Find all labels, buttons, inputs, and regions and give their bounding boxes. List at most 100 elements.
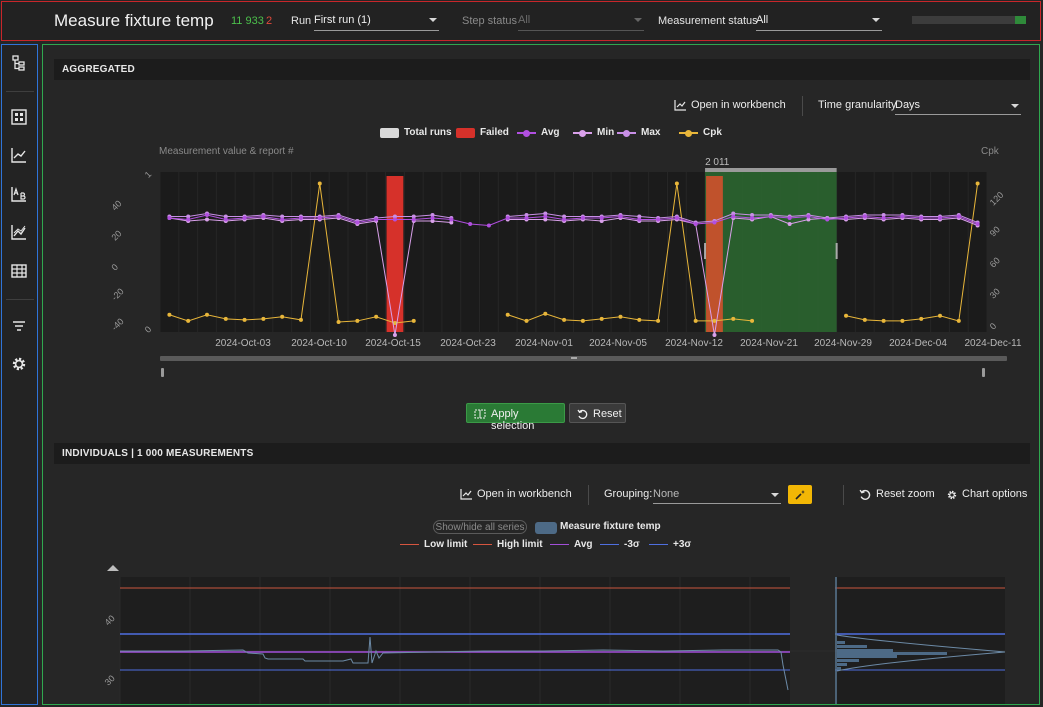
reset-button[interactable]: Reset	[569, 403, 626, 423]
x-tick-label: 2024-Nov-29	[814, 338, 872, 349]
cpk-point	[562, 317, 567, 322]
cpk-point	[919, 316, 924, 321]
show-hide-all-series-button[interactable]: Show/hide all series	[433, 520, 527, 534]
legend-label: High limit	[497, 539, 543, 550]
avg-point	[693, 222, 698, 226]
settings-icon[interactable]	[10, 355, 28, 373]
avg-point	[919, 216, 924, 220]
cpk-point	[938, 313, 943, 318]
chart-options-button[interactable]: Chart options	[962, 488, 1027, 500]
step-status-label: Step status	[462, 15, 518, 27]
axis-chart-icon[interactable]	[10, 185, 28, 203]
top-toolbar: Measure fixture temp 11 933 2 Run First …	[1, 1, 1041, 41]
individuals-chart[interactable]: 40 30	[43, 555, 1040, 705]
trend-chart-icon[interactable]	[10, 223, 28, 241]
avg-point	[468, 222, 473, 226]
cpk-point	[618, 314, 623, 319]
avg-point	[411, 217, 416, 222]
cpk-point	[580, 318, 585, 323]
failed-bar	[706, 176, 723, 332]
cpk-point	[844, 313, 849, 318]
cpk-point	[956, 318, 961, 323]
cpk-point	[261, 316, 266, 321]
grouping-magic-button[interactable]	[788, 485, 812, 504]
navigator-handle-right	[982, 368, 985, 377]
avg-point	[223, 217, 228, 222]
filter-icon[interactable]	[10, 317, 28, 335]
avg-point	[806, 214, 811, 219]
y2-tick-label: 60	[988, 255, 1002, 269]
avg-point	[674, 216, 679, 220]
cpk-point	[637, 317, 642, 322]
run-select[interactable]: First run (1)	[314, 10, 439, 31]
x-tick-label: 2024-Oct-15	[365, 338, 421, 349]
x-tick-label: 2024-Nov-05	[589, 338, 647, 349]
avg-point	[355, 220, 360, 225]
legend-swatch	[573, 130, 592, 137]
reset-label: Reset	[593, 408, 622, 420]
histogram-bar	[837, 645, 867, 648]
individuals-section-header: INDIVIDUALS | 1 000 MEASUREMENTS	[54, 443, 1030, 464]
cpk-point	[298, 317, 303, 322]
table-icon[interactable]	[10, 262, 28, 280]
avg-point	[242, 216, 247, 220]
legend-swatch	[517, 130, 536, 137]
reset-zoom-icon	[859, 489, 871, 500]
aggregated-chart[interactable]: Measurement value & report # Cpk 2 011 40 20…	[43, 135, 1040, 385]
y-tick-label: 0	[143, 324, 154, 335]
legend-swatch	[550, 544, 569, 545]
tree-icon[interactable]	[10, 54, 28, 72]
cpk-point	[975, 181, 980, 186]
x-tick-label: 2024-Dec-04	[889, 338, 947, 349]
failed-bar	[386, 176, 404, 332]
histogram-area	[835, 577, 1005, 704]
x-tick-label: 2024-Nov-21	[740, 338, 798, 349]
avg-point	[787, 216, 792, 220]
reset-zoom-button[interactable]: Reset zoom	[876, 488, 935, 500]
sidebar	[1, 44, 38, 705]
avg-point	[374, 217, 379, 222]
line-chart-icon[interactable]	[10, 146, 28, 164]
y-tick-label: 20	[109, 228, 123, 242]
grouping-select[interactable]: None	[653, 485, 781, 504]
series-name[interactable]: Measure fixture temp	[560, 521, 661, 532]
histogram-bar	[837, 655, 897, 658]
cpk-point	[167, 312, 172, 317]
plot-area	[120, 577, 790, 704]
run-select-value: First run (1)	[314, 14, 371, 26]
cpk-point	[674, 181, 679, 186]
x-tick-label: 2024-Nov-01	[515, 338, 573, 349]
avg-point	[656, 217, 661, 222]
legend-swatch	[600, 544, 619, 545]
min-point	[712, 333, 717, 337]
histogram-bar	[837, 652, 947, 655]
cpk-point	[862, 317, 867, 322]
cpk-point	[731, 316, 736, 321]
avg-point	[449, 217, 454, 222]
measurement-status-select[interactable]: All	[756, 10, 882, 31]
avg-point	[844, 216, 849, 220]
cpk-point	[355, 318, 360, 323]
cpk-point	[543, 311, 548, 316]
avg-point	[562, 217, 567, 222]
series-swatch[interactable]	[535, 522, 557, 534]
avg-point	[862, 214, 867, 219]
cpk-point	[242, 317, 247, 322]
scroll-up-icon	[107, 565, 119, 571]
load-progress-fill	[1014, 16, 1026, 24]
cpk-point	[317, 181, 322, 186]
apply-selection-button[interactable]: Apply selection	[466, 403, 565, 432]
sidebar-divider	[6, 91, 34, 92]
open-in-workbench-button[interactable]: Open in workbench	[477, 488, 572, 500]
cpk-point	[204, 312, 209, 317]
step-status-select[interactable]: All	[518, 10, 644, 31]
dashboard-icon[interactable]	[10, 108, 28, 126]
cpk-point	[712, 318, 717, 323]
y-tick-label: -20	[109, 286, 125, 302]
time-granularity-select[interactable]: Days	[895, 96, 1021, 115]
time-granularity-value: Days	[895, 99, 921, 111]
open-in-workbench-button[interactable]: Open in workbench	[691, 99, 786, 111]
navigator-grip	[571, 357, 577, 359]
passed-count: 11 933	[231, 15, 264, 27]
y2-axis-title: Cpk	[981, 146, 1000, 157]
